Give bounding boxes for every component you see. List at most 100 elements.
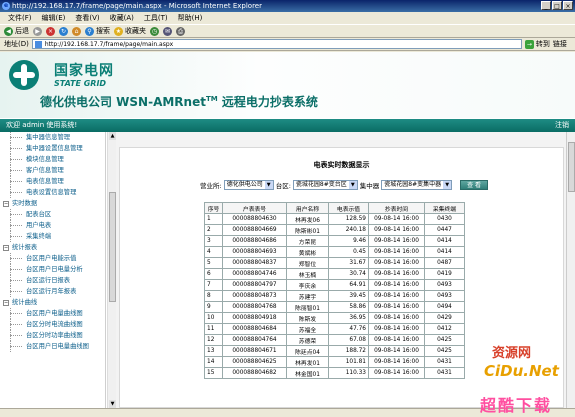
table-cell: 09-08-14 16:00 — [368, 279, 425, 291]
tree-item[interactable]: 集中器设置信息管理 — [0, 143, 105, 154]
menu-help[interactable]: 帮助(H) — [174, 13, 207, 23]
favorites-button[interactable]: ★ 收藏夹 — [114, 26, 146, 36]
tree-item-label: 台区分时电流曲线图 — [26, 321, 83, 328]
tree-item[interactable]: 用户电表 — [0, 220, 105, 231]
scroll-up-icon[interactable]: ▲ — [109, 132, 116, 140]
column-header: 户表表号 — [222, 202, 287, 214]
table-cell: 黄斌彬 — [286, 246, 329, 258]
tree-item[interactable]: 台区用户电量曲线图 — [0, 308, 105, 319]
concentrator-select[interactable]: 瓷城花园8#变集中器 ▼ — [381, 180, 453, 190]
table-cell: 0429 — [424, 312, 465, 324]
table-cell: 110.33 — [328, 367, 369, 379]
office-select[interactable]: 德化供电公司 ▼ — [223, 180, 274, 190]
meter-table: 序号 户表表号 用户名称 电表示值 抄表时间 采集终端 1 000088804630 林再发0… — [204, 202, 465, 379]
tree-connector — [10, 258, 22, 259]
main-scroll-thumb[interactable] — [568, 142, 575, 192]
tree-item[interactable]: 客户信息管理 — [0, 165, 105, 176]
main-scrollbar[interactable] — [566, 132, 575, 408]
search-button[interactable]: ⚲ 搜索 — [85, 26, 110, 36]
logout-link[interactable]: 注销 — [555, 119, 569, 132]
scroll-down-icon[interactable]: ▼ — [109, 400, 116, 408]
print-icon[interactable]: ⎙ — [176, 26, 185, 36]
query-button[interactable]: 查 看 — [460, 180, 489, 190]
menu-file[interactable]: 文件(F) — [4, 13, 36, 23]
system-title-main: 德化供电公司 WSN-AMRnet — [40, 95, 206, 109]
links-label[interactable]: 链接 — [553, 39, 567, 49]
tree-item[interactable]: 集中器信息管理 — [0, 132, 105, 143]
page-icon — [34, 41, 42, 48]
table-cell: 0.45 — [328, 246, 369, 258]
tree-connector — [10, 346, 22, 347]
minimize-icon[interactable]: _ — [541, 1, 551, 10]
menu-edit[interactable]: 编辑(E) — [38, 13, 70, 23]
collapse-icon[interactable]: − — [3, 245, 9, 251]
tree-item-label: 电表设置信息管理 — [26, 189, 77, 196]
system-title: 德化供电公司 WSN-AMRnetTM 远程电力抄表系统 — [40, 93, 318, 110]
chevron-down-icon: ▼ — [443, 181, 452, 189]
table-cell: 陈丽智01 — [286, 301, 329, 313]
tree-item[interactable]: 台区分时功率曲线图 — [0, 330, 105, 341]
menu-view[interactable]: 查看(V) — [71, 13, 103, 23]
table-cell: 2 — [204, 224, 223, 236]
table-cell: 6 — [204, 268, 223, 280]
collapse-icon[interactable]: − — [3, 201, 9, 207]
tree-connector — [10, 170, 22, 171]
tree-item[interactable]: 台区用户日电量曲线图 — [0, 341, 105, 352]
tree-group[interactable]: − 实时数据 — [0, 198, 105, 209]
back-label: 后退 — [15, 27, 29, 35]
tree-group[interactable]: − 统计报表 — [0, 242, 105, 253]
table-cell: 0414 — [424, 246, 465, 258]
mail-icon[interactable]: ✉ — [163, 26, 172, 36]
table-row: 11 000088804684 苏福全 47.76 09-08-14 16:00 0412 — [204, 323, 465, 335]
address-input[interactable]: http://192.168.17.7/frame/page/main.aspx — [31, 39, 522, 49]
welcome-text: 欢迎 admin 使用系统! — [6, 121, 78, 129]
area-select[interactable]: 瓷城花园8#变台区 ▼ — [292, 180, 358, 190]
back-button[interactable]: ◀ 后退 — [4, 26, 29, 36]
home-icon[interactable]: ⌂ — [72, 26, 81, 36]
tree-item[interactable]: 模块信息管理 — [0, 154, 105, 165]
tree-item-label: 采集终端 — [26, 233, 52, 240]
column-header: 序号 — [204, 202, 223, 214]
tree-item[interactable]: 台区分时电流曲线图 — [0, 319, 105, 330]
collapse-icon[interactable]: − — [3, 300, 9, 306]
tree-item[interactable]: 台区用户日电量分析 — [0, 264, 105, 275]
table-row: 14 000088804625 林再发01 101.81 09-08-14 16:00 0… — [204, 356, 465, 368]
table-row: 7 000088804797 李庆余 64.91 09-08-14 16:00 0493 — [204, 279, 465, 291]
menu-tools[interactable]: 工具(T) — [140, 13, 172, 23]
tree-item-label: 电表信息管理 — [26, 178, 64, 185]
filter-row: 营业所: 德化供电公司 ▼ 台区: 瓷城花园8#变台区 ▼ 集中器 瓷城花园8#… — [200, 180, 489, 190]
forward-arrow-icon[interactable]: ▶ — [33, 26, 42, 36]
table-cell: 13 — [204, 345, 223, 357]
tree-item[interactable]: 台区运行日报表 — [0, 275, 105, 286]
table-row: 12 000088804764 苏德荣 67.08 09-08-14 16:00 0425 — [204, 334, 465, 346]
sidebar-scrollbar[interactable]: ▲ ▼ — [107, 132, 116, 408]
sidebar-scroll-thumb[interactable] — [109, 192, 116, 302]
tree-item-label: 统计曲线 — [12, 299, 38, 306]
go-button[interactable]: → 转到 — [524, 39, 550, 49]
tree-item[interactable]: 配表台区 — [0, 209, 105, 220]
tree-item[interactable]: 采集终端 — [0, 231, 105, 242]
stop-icon[interactable]: × — [46, 26, 55, 36]
tree-item[interactable]: 台区运行月年报表 — [0, 286, 105, 297]
close-icon[interactable]: × — [563, 1, 573, 10]
tree-group[interactable]: − 统计曲线 — [0, 297, 105, 308]
table-row: 9 000088804768 陈丽智01 58.86 09-08-14 16:00 049… — [204, 301, 465, 313]
watermark-line-3: 超酷下载 — [480, 396, 553, 415]
tree-item[interactable]: 电表信息管理 — [0, 176, 105, 187]
tree-item-label: 台区用户日电量曲线图 — [26, 343, 89, 350]
refresh-icon[interactable]: ↻ — [59, 26, 68, 36]
menu-favorites[interactable]: 收藏(A) — [106, 13, 138, 23]
tree-item-label: 实时数据 — [12, 200, 38, 207]
tree-item[interactable]: 电表设置信息管理 — [0, 187, 105, 198]
table-cell: 09-08-14 16:00 — [368, 224, 425, 236]
tree-item[interactable]: 台区用户电能示值 — [0, 253, 105, 264]
maximize-icon[interactable]: □ — [552, 1, 562, 10]
table-row: 3 000088804686 方荣昆 9.46 09-08-14 16:00 0414 — [204, 235, 465, 247]
table-cell: 31.67 — [328, 257, 369, 269]
filter-label-office: 营业所: — [200, 182, 222, 190]
column-header: 抄表时间 — [368, 202, 425, 214]
history-icon[interactable]: ◷ — [150, 26, 159, 36]
ie-icon: e — [2, 2, 10, 10]
user-bar: 欢迎 admin 使用系统! 注销 — [0, 119, 575, 132]
table-cell: 39.45 — [328, 290, 369, 302]
